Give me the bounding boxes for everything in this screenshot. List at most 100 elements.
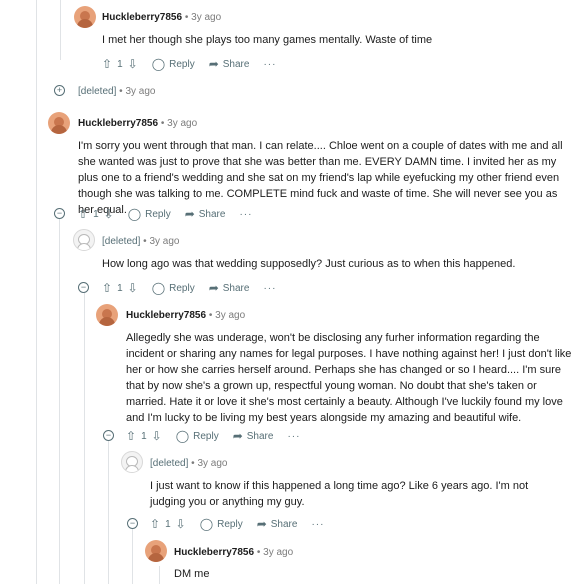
comment-age: 3y ago bbox=[197, 458, 228, 469]
avatar[interactable] bbox=[73, 229, 95, 251]
vote-count: 1 bbox=[117, 282, 123, 294]
comment-meta: [deleted] • 3y ago bbox=[150, 458, 227, 469]
comment-age: 3y ago bbox=[149, 236, 180, 247]
thread-line bbox=[36, 0, 37, 584]
collapse-icon[interactable]: − bbox=[78, 282, 89, 293]
comment-author[interactable]: Huckleberry7856 bbox=[126, 310, 206, 321]
downvote-icon[interactable]: ⇩ bbox=[128, 281, 138, 295]
comment-author: [deleted] bbox=[78, 86, 117, 97]
comment-age: 3y ago bbox=[167, 118, 198, 129]
collapse-icon[interactable]: − bbox=[127, 518, 138, 529]
avatar[interactable] bbox=[145, 540, 167, 562]
vote-group: ⇧ 1 ⇩ bbox=[126, 429, 162, 443]
vote-group: ⇧ 1 ⇩ bbox=[102, 281, 138, 295]
reply-button[interactable]: ◯ Reply bbox=[176, 429, 219, 443]
comment-actions: ⇧ 1 ⇩ ◯ Reply ➦ Share ··· bbox=[126, 429, 300, 443]
reply-button[interactable]: ◯ Reply bbox=[128, 207, 171, 221]
separator-dot: • bbox=[191, 458, 195, 469]
thread-line bbox=[60, 0, 61, 60]
reply-icon: ◯ bbox=[199, 517, 214, 531]
comment-actions: ⇧ 1 ⇩ ◯ Reply ➦ Share ··· bbox=[102, 281, 276, 295]
thread-line[interactable] bbox=[132, 524, 133, 584]
separator-dot: • bbox=[119, 86, 123, 97]
comment-age: 3y ago bbox=[263, 547, 294, 558]
comment-actions: ⇧ 1 ⇩ ◯ Reply ➦ Share ··· bbox=[78, 207, 252, 221]
separator-dot: • bbox=[184, 12, 189, 23]
more-options-button[interactable]: ··· bbox=[263, 59, 276, 70]
comment-body: How long ago was that wedding supposedly… bbox=[102, 258, 516, 270]
upvote-icon[interactable]: ⇧ bbox=[150, 517, 160, 531]
comment-body: I met her though she plays too many game… bbox=[102, 34, 433, 46]
expand-icon[interactable]: + bbox=[54, 85, 65, 96]
reply-button[interactable]: ◯ Reply bbox=[152, 57, 195, 71]
reply-icon: ◯ bbox=[151, 57, 166, 71]
vote-count: 1 bbox=[141, 430, 147, 442]
upvote-icon[interactable]: ⇧ bbox=[78, 207, 88, 221]
comment-author[interactable]: Huckleberry7856 bbox=[102, 12, 182, 23]
comment-age: 3y ago bbox=[191, 12, 222, 23]
comment-meta: Huckleberry7856 • 3y ago bbox=[126, 310, 245, 321]
thread-line[interactable] bbox=[84, 284, 85, 584]
comment-body: I'm sorry you went through that man. I c… bbox=[78, 140, 563, 216]
vote-count: 1 bbox=[93, 208, 99, 220]
comment-actions: ⇧ 1 ⇩ ◯ Reply ➦ Share ··· bbox=[150, 517, 324, 531]
share-icon: ➦ bbox=[256, 517, 267, 531]
avatar[interactable] bbox=[96, 304, 118, 326]
share-button[interactable]: ➦ Share bbox=[233, 429, 274, 443]
avatar[interactable] bbox=[48, 112, 70, 134]
downvote-icon[interactable]: ⇩ bbox=[128, 57, 138, 71]
share-icon: ➦ bbox=[208, 281, 219, 295]
reply-icon: ◯ bbox=[175, 429, 190, 443]
comment-meta: Huckleberry7856 • 3y ago bbox=[102, 12, 221, 23]
separator-dot: • bbox=[208, 310, 213, 321]
comment-age: 3y ago bbox=[215, 310, 246, 321]
more-options-button[interactable]: ··· bbox=[263, 283, 276, 294]
share-button[interactable]: ➦ Share bbox=[209, 57, 250, 71]
share-icon: ➦ bbox=[232, 429, 243, 443]
share-button[interactable]: ➦ Share bbox=[257, 517, 298, 531]
comment-actions: ⇧ 1 ⇩ ◯ Reply ➦ Share ··· bbox=[102, 57, 276, 71]
comment-meta: Huckleberry7856 • 3y ago bbox=[78, 118, 197, 129]
reply-icon: ◯ bbox=[151, 281, 166, 295]
comment-age: 3y ago bbox=[125, 86, 156, 97]
share-button[interactable]: ➦ Share bbox=[185, 207, 226, 221]
comment-author: [deleted] bbox=[102, 236, 141, 247]
comment-meta: [deleted] • 3y ago bbox=[78, 86, 155, 97]
vote-group: ⇧ 1 ⇩ bbox=[102, 57, 138, 71]
comment-body: Allegedly she was underage, won't be dis… bbox=[126, 332, 572, 424]
thread-line[interactable] bbox=[108, 436, 109, 584]
downvote-icon[interactable]: ⇩ bbox=[176, 517, 186, 531]
reply-button[interactable]: ◯ Reply bbox=[200, 517, 243, 531]
collapse-icon[interactable]: − bbox=[103, 430, 114, 441]
more-options-button[interactable]: ··· bbox=[239, 209, 252, 220]
downvote-icon[interactable]: ⇩ bbox=[152, 429, 162, 443]
upvote-icon[interactable]: ⇧ bbox=[126, 429, 136, 443]
reply-button[interactable]: ◯ Reply bbox=[152, 281, 195, 295]
comment-body: DM me bbox=[174, 568, 210, 580]
separator-dot: • bbox=[143, 236, 147, 247]
more-options-button[interactable]: ··· bbox=[311, 519, 324, 530]
downvote-icon[interactable]: ⇩ bbox=[104, 207, 114, 221]
share-icon: ➦ bbox=[208, 57, 219, 71]
more-options-button[interactable]: ··· bbox=[287, 431, 300, 442]
collapse-icon[interactable]: − bbox=[54, 208, 65, 219]
avatar[interactable] bbox=[74, 6, 96, 28]
upvote-icon[interactable]: ⇧ bbox=[102, 57, 112, 71]
separator-dot: • bbox=[256, 547, 261, 558]
avatar[interactable] bbox=[121, 451, 143, 473]
comment-body: I just want to know if this happened a l… bbox=[150, 480, 529, 508]
thread-line bbox=[159, 566, 160, 584]
comment-author[interactable]: Huckleberry7856 bbox=[174, 547, 254, 558]
separator-dot: • bbox=[160, 118, 165, 129]
comment-author: [deleted] bbox=[150, 458, 189, 469]
upvote-icon[interactable]: ⇧ bbox=[102, 281, 112, 295]
share-button[interactable]: ➦ Share bbox=[209, 281, 250, 295]
vote-count: 1 bbox=[117, 58, 123, 70]
share-icon: ➦ bbox=[184, 207, 195, 221]
vote-group: ⇧ 1 ⇩ bbox=[150, 517, 186, 531]
reply-icon: ◯ bbox=[127, 207, 142, 221]
comment-meta: [deleted] • 3y ago bbox=[102, 236, 179, 247]
vote-group: ⇧ 1 ⇩ bbox=[78, 207, 114, 221]
thread-line[interactable] bbox=[59, 210, 60, 584]
comment-author[interactable]: Huckleberry7856 bbox=[78, 118, 158, 129]
